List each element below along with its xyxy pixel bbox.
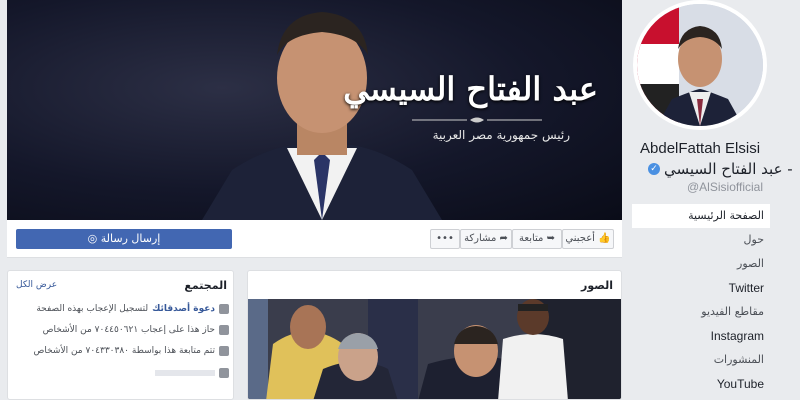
profile-name-en: AbdelFattah Elsisi (640, 140, 761, 157)
nav-item-twitter[interactable]: Twitter (630, 276, 770, 300)
cover-portrait (202, 12, 442, 220)
invite-friends-icon (219, 304, 229, 314)
placeholder-bar (155, 370, 215, 376)
likes-row: حاز هذا على إعجاب ٧٠٤٤٥٠٦٢١ من الأشخاص (17, 322, 229, 338)
nav-item-about[interactable]: حول (630, 228, 770, 252)
profile-name-ar-text: - عبد الفتاح السيسي (664, 160, 793, 178)
likes-count-text: حاز هذا على إعجاب ٧٠٤٤٥٠٦٢١ من الأشخاص (42, 325, 215, 335)
photos-title[interactable]: الصور (581, 279, 613, 292)
follows-count-text: تتم متابعة هذا بواسطة ٧٠٤٣٣٠٣٨٠ من الأشخ… (33, 346, 215, 356)
cover-subtitle: رئيس جمهورية مصر العربية (432, 128, 570, 142)
photo-scene (248, 299, 621, 399)
see-all-link[interactable]: عرض الكل (16, 280, 57, 290)
nav-item-youtube[interactable]: YouTube (630, 372, 770, 396)
follow-icon: ➥ (546, 233, 555, 244)
nav-item-posts[interactable]: المنشورات (630, 348, 770, 372)
nav-item-videos[interactable]: مقاطع الفيديو (630, 300, 770, 324)
verified-badge-icon: ✓ (648, 163, 660, 175)
send-message-label: إرسال رسالة (100, 232, 161, 245)
share-button[interactable]: ➦ مشاركة (460, 229, 512, 249)
share-icon: ➦ (499, 233, 508, 244)
profile-name-ar: - عبد الفتاح السيسي ✓ (648, 160, 793, 178)
like-button[interactable]: 👍 أعجبني (562, 229, 614, 249)
messenger-icon: ◎ (87, 232, 98, 245)
nav-item-photos[interactable]: الصور (630, 252, 770, 276)
invite-text: لتسجيل الإعجاب بهذه الصفحة (36, 304, 149, 314)
photo-thumbnail[interactable] (248, 299, 621, 399)
community-title: المجتمع (184, 279, 227, 292)
photos-card: الصور (247, 270, 622, 400)
like-label: أعجبني (565, 233, 595, 244)
cover-photo[interactable]: عبد الفتاح السيسي رئيس جمهورية مصر العرب… (7, 0, 622, 220)
invite-friends-link[interactable]: دعوة أصدقائك (152, 304, 215, 314)
friends-row (17, 365, 229, 381)
profile-portrait (637, 4, 763, 126)
ornament-divider (412, 117, 542, 123)
invite-row: دعوة أصدقائك لتسجيل الإعجاب بهذه الصفحة (17, 301, 229, 317)
cover-name: عبد الفتاح السيسي (343, 70, 598, 108)
follows-row: تتم متابعة هذا بواسطة ٧٠٤٣٣٠٣٨٠ من الأشخ… (17, 343, 229, 359)
nav-item-instagram[interactable]: Instagram (630, 324, 770, 348)
facebook-page: عبد الفتاح السيسي رئيس جمهورية مصر العرب… (0, 0, 800, 400)
community-card: المجتمع عرض الكل دعوة أصدقائك لتسجيل الإ… (7, 270, 234, 400)
send-message-button[interactable]: إرسال رسالة ◎ (16, 229, 232, 249)
share-label: مشاركة (464, 233, 497, 244)
follow-label: متابعة (519, 233, 544, 244)
profile-picture[interactable] (633, 0, 767, 130)
rss-icon (219, 346, 229, 356)
people-icon (219, 368, 229, 378)
page-nav: الصفحة الرئيسية حول الصور Twitter مقاطع … (630, 204, 770, 396)
profile-handle[interactable]: @AlSisiofficial (687, 180, 763, 194)
like-icon: 👍 (598, 233, 611, 244)
profile-column: AbdelFattah Elsisi - عبد الفتاح السيسي ✓… (630, 0, 800, 400)
follow-button[interactable]: ➥ متابعة (512, 229, 562, 249)
more-button[interactable]: ••• (430, 229, 460, 249)
action-bar: إرسال رسالة ◎ ••• ➦ مشاركة ➥ متابعة 👍 أع… (7, 220, 622, 258)
nav-item-home[interactable]: الصفحة الرئيسية (630, 204, 770, 228)
thumbs-up-icon (219, 325, 229, 335)
